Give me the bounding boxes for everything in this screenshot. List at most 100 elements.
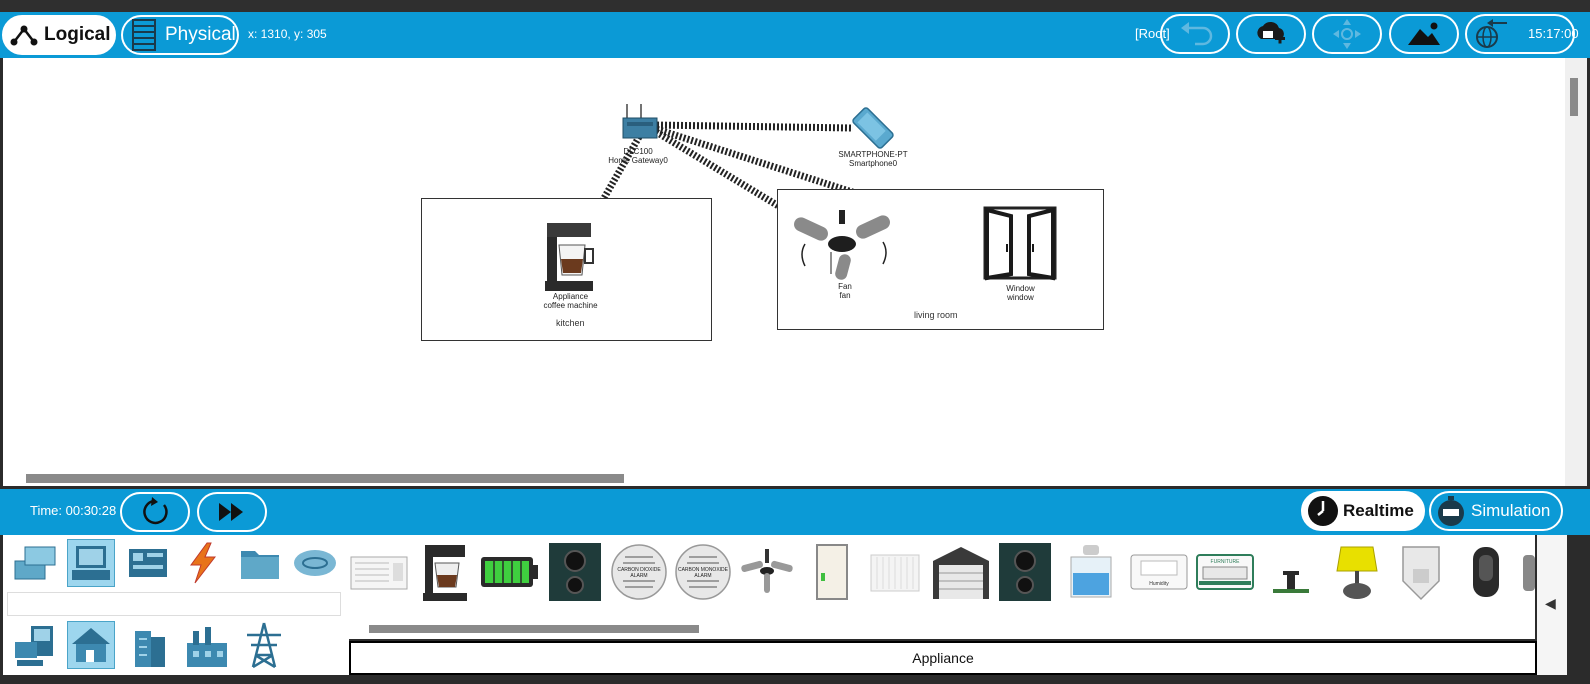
miscellaneous-category-icon[interactable] <box>237 543 283 583</box>
logical-label: Logical <box>44 24 111 45</box>
speaker-icon[interactable] <box>545 543 605 601</box>
device-search-input[interactable] <box>7 592 341 616</box>
home-subcategory[interactable] <box>67 621 115 669</box>
move-arrows-icon <box>1333 19 1361 49</box>
lamp-icon[interactable] <box>1327 543 1387 601</box>
rack-icon <box>132 19 156 51</box>
multiuser-connection-category-icon[interactable] <box>291 545 339 581</box>
home-icon <box>72 628 110 662</box>
coffee-machine-label: Appliance coffee machine <box>523 292 618 310</box>
move-object-button[interactable] <box>1312 14 1382 54</box>
new-cluster-button[interactable] <box>1236 14 1306 54</box>
home-gateway-name: Home Gateway0 <box>608 156 668 165</box>
carbon-dioxide-alarm-icon[interactable]: CARBON DIOXIDE ALARM <box>609 543 669 601</box>
fast-forward-icon <box>219 503 243 521</box>
cursor-coordinates: x: 1310, y: 305 <box>248 27 327 41</box>
fast-forward-button[interactable] <box>197 492 267 532</box>
window-top-edge <box>0 0 1590 12</box>
end-devices-category[interactable] <box>67 539 115 587</box>
coffee-machine-device[interactable] <box>543 221 599 293</box>
landscape-image-icon <box>1408 22 1440 45</box>
logical-view-button[interactable]: Logical <box>2 15 116 55</box>
home-gateway-device[interactable] <box>619 102 661 142</box>
window-bottom-edge <box>0 675 1590 684</box>
webcam-icon[interactable] <box>1457 543 1517 601</box>
co2-alarm-text-2: ALARM <box>630 573 647 579</box>
logical-topology-icon <box>10 25 38 46</box>
components-category-icon[interactable] <box>125 543 171 583</box>
globe-network-icon <box>1476 19 1507 48</box>
radiator-icon[interactable] <box>865 543 925 601</box>
humidifier-icon[interactable] <box>1061 543 1121 601</box>
window-model: Window <box>1006 284 1035 293</box>
coffee-machine-model: Appliance <box>552 292 589 301</box>
lawn-sprinkler-icon[interactable] <box>1261 543 1321 601</box>
clock-icon <box>1308 496 1338 526</box>
power-cycle-button[interactable] <box>120 492 190 532</box>
simulation-label: Simulation <box>1471 501 1551 520</box>
coffee-machine-icon[interactable] <box>415 543 475 601</box>
back-arrow-icon <box>1181 22 1213 46</box>
physical-label: Physical <box>165 24 236 45</box>
ceiling-fan-device[interactable] <box>787 206 899 284</box>
chevron-left-icon[interactable]: ◀ <box>1545 595 1556 612</box>
power-cycle-icon <box>143 497 168 525</box>
window-device[interactable] <box>981 204 1059 282</box>
smartphone-label: SMARTPHONE-PT Smartphone0 <box>823 150 923 168</box>
window-name: window <box>1007 293 1034 302</box>
connections-category-icon[interactable] <box>181 541 223 585</box>
furnace-icon[interactable]: FURNITURE <box>1195 543 1255 601</box>
furniture-text: FURNITURE <box>1211 559 1241 565</box>
physical-view-button[interactable]: Physical <box>121 15 239 55</box>
garage-door-icon[interactable] <box>931 543 991 601</box>
realtime-label: Realtime <box>1343 501 1414 520</box>
co-alarm-text-2: ALARM <box>694 573 711 579</box>
vertical-scroll-thumb[interactable] <box>1570 78 1578 116</box>
stopwatch-icon <box>1438 496 1464 526</box>
humidity-text: Humidity <box>1149 581 1169 587</box>
kitchen-room-label: kitchen <box>556 318 585 328</box>
battery-icon[interactable] <box>479 543 539 601</box>
workspace-horizontal-scrollbar[interactable] <box>26 474 624 483</box>
smartphone-model: SMARTPHONE-PT <box>838 150 908 159</box>
speaker-icon-2[interactable] <box>995 543 1055 601</box>
simulation-time: Time: 00:30:28 <box>30 503 117 518</box>
fan-label: Fan fan <box>820 282 870 300</box>
computer-subcategory-icon[interactable] <box>11 622 59 670</box>
selected-device-type-label: Appliance <box>349 641 1537 675</box>
industrial-subcategory-icon[interactable] <box>183 623 231 669</box>
home-gateway-label: DLC100 Home Gateway0 <box>593 147 683 165</box>
back-button[interactable] <box>1160 14 1230 54</box>
device-category-palette <box>3 535 349 684</box>
workspace-vertical-scrollbar[interactable] <box>1565 58 1587 486</box>
simulation-bar: Time: 00:30:28 Realtime Simulation <box>0 489 1590 535</box>
motion-detector-icon[interactable] <box>1391 543 1451 601</box>
smart-city-subcategory-icon[interactable] <box>127 623 171 669</box>
ceiling-fan-icon[interactable] <box>737 543 797 601</box>
smartphone-name: Smartphone0 <box>848 159 898 168</box>
simulation-clock: 15:17:00 <box>1528 26 1579 41</box>
air-conditioner-icon[interactable] <box>349 543 409 601</box>
computer-category-icon <box>72 546 110 580</box>
power-grid-subcategory-icon[interactable] <box>241 621 287 669</box>
smartphone-device[interactable] <box>843 106 903 150</box>
realtime-mode-button[interactable]: Realtime <box>1301 491 1425 531</box>
humidity-monitor-icon[interactable]: Humidity <box>1129 543 1189 601</box>
carbon-monoxide-alarm-icon[interactable]: CARBON MONOXIDE ALARM <box>673 543 733 601</box>
set-background-button[interactable] <box>1389 14 1459 54</box>
door-icon[interactable] <box>801 543 861 601</box>
collapse-panel[interactable]: ◀ <box>1537 535 1567 675</box>
cloud-add-icon <box>1257 21 1285 44</box>
simulation-mode-button[interactable]: Simulation <box>1429 491 1563 531</box>
window-label: Window window <box>993 284 1048 302</box>
device-strip-scrollbar[interactable] <box>369 625 699 633</box>
partial-device-icon[interactable] <box>1521 543 1535 601</box>
logical-workspace[interactable]: kitchen living room DLC100 Home Gateway0… <box>3 58 1565 486</box>
device-type-strip: CARBON DIOXIDE ALARM CARBON MONOXIDE ALA… <box>349 535 1535 639</box>
home-gateway-model: DLC100 <box>623 147 653 156</box>
coffee-machine-name: coffee machine <box>543 301 598 310</box>
fan-model: Fan <box>838 282 852 291</box>
fan-name: fan <box>839 291 851 300</box>
living-room-label: living room <box>914 310 958 320</box>
network-devices-category-icon[interactable] <box>11 541 59 585</box>
